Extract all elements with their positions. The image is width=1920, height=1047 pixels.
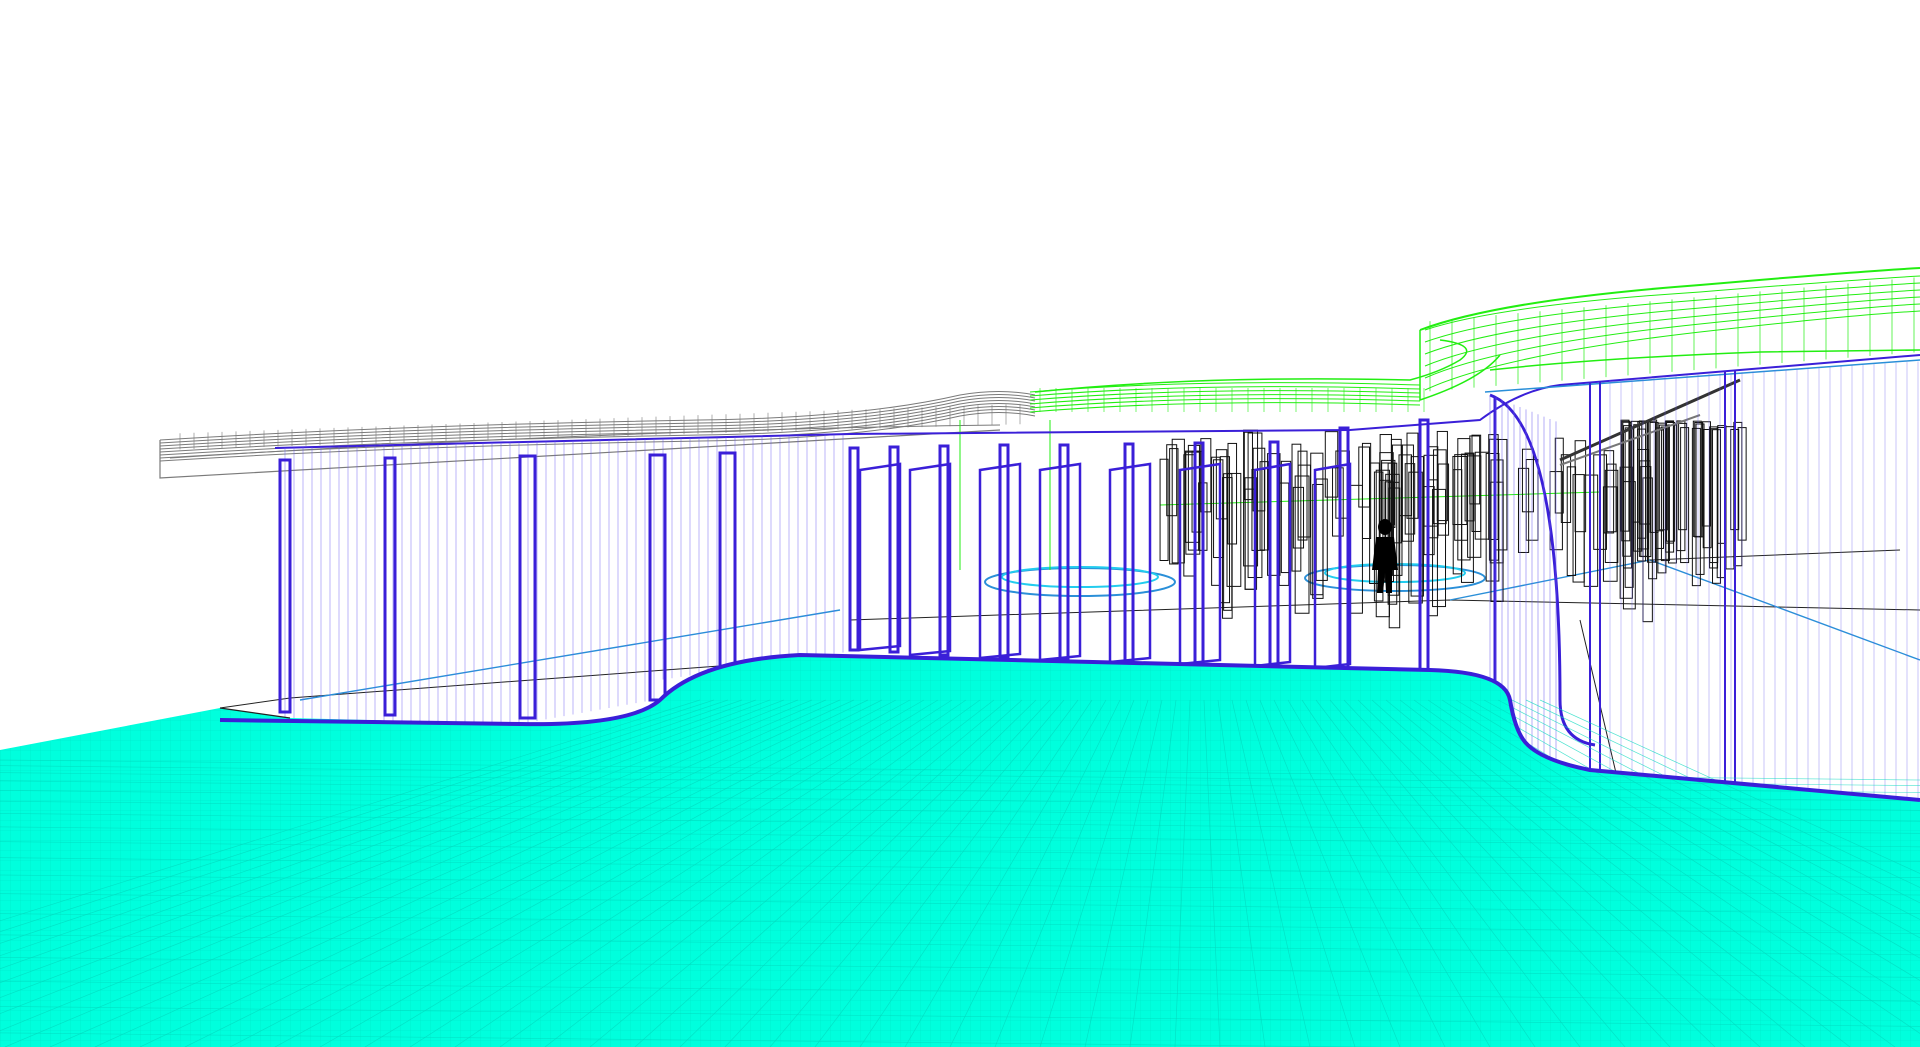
fixture-rod	[1358, 446, 1371, 508]
facade-frame	[888, 445, 900, 654]
fixture-rod	[1297, 450, 1308, 541]
facade-frame	[1268, 440, 1280, 669]
fixture-rod	[1278, 482, 1290, 586]
facade-frame	[718, 451, 737, 682]
fixture-rod	[1566, 466, 1577, 576]
facade-frame	[1123, 442, 1135, 664]
fixture-rod	[1213, 459, 1224, 559]
fixture-rod	[1433, 449, 1447, 525]
facade-frame	[938, 444, 950, 657]
fixture-rod	[1423, 454, 1438, 527]
roof-edge	[1419, 267, 1920, 331]
facade-frame	[998, 443, 1010, 660]
facade-frame	[1058, 443, 1070, 662]
fixture-rod	[1485, 452, 1500, 582]
facade-door	[858, 462, 902, 652]
roof-edge	[1424, 275, 1920, 331]
facade-frame	[383, 456, 397, 717]
interior-line	[1449, 559, 1920, 661]
roof-edge	[1424, 303, 1920, 379]
figure-head	[1378, 519, 1392, 535]
fixture-rod	[1489, 481, 1504, 564]
fixture-rod	[1678, 422, 1688, 531]
fixture-rod	[1469, 435, 1481, 505]
fixture-rod	[1712, 429, 1722, 584]
facade-door	[908, 462, 952, 657]
wireframe-scene[interactable]	[0, 0, 1920, 1047]
fixture-rod	[1490, 459, 1504, 603]
facade-frame	[518, 454, 537, 720]
fixture-rod	[1716, 427, 1726, 579]
facade-door	[1108, 462, 1152, 664]
wireframe-viewport[interactable]	[0, 0, 1920, 1047]
fixture-rod	[1725, 426, 1735, 570]
interior-fixtures	[1159, 378, 1747, 629]
fixture-rod	[1606, 463, 1617, 533]
roof-canopy-rear	[1029, 267, 1920, 413]
